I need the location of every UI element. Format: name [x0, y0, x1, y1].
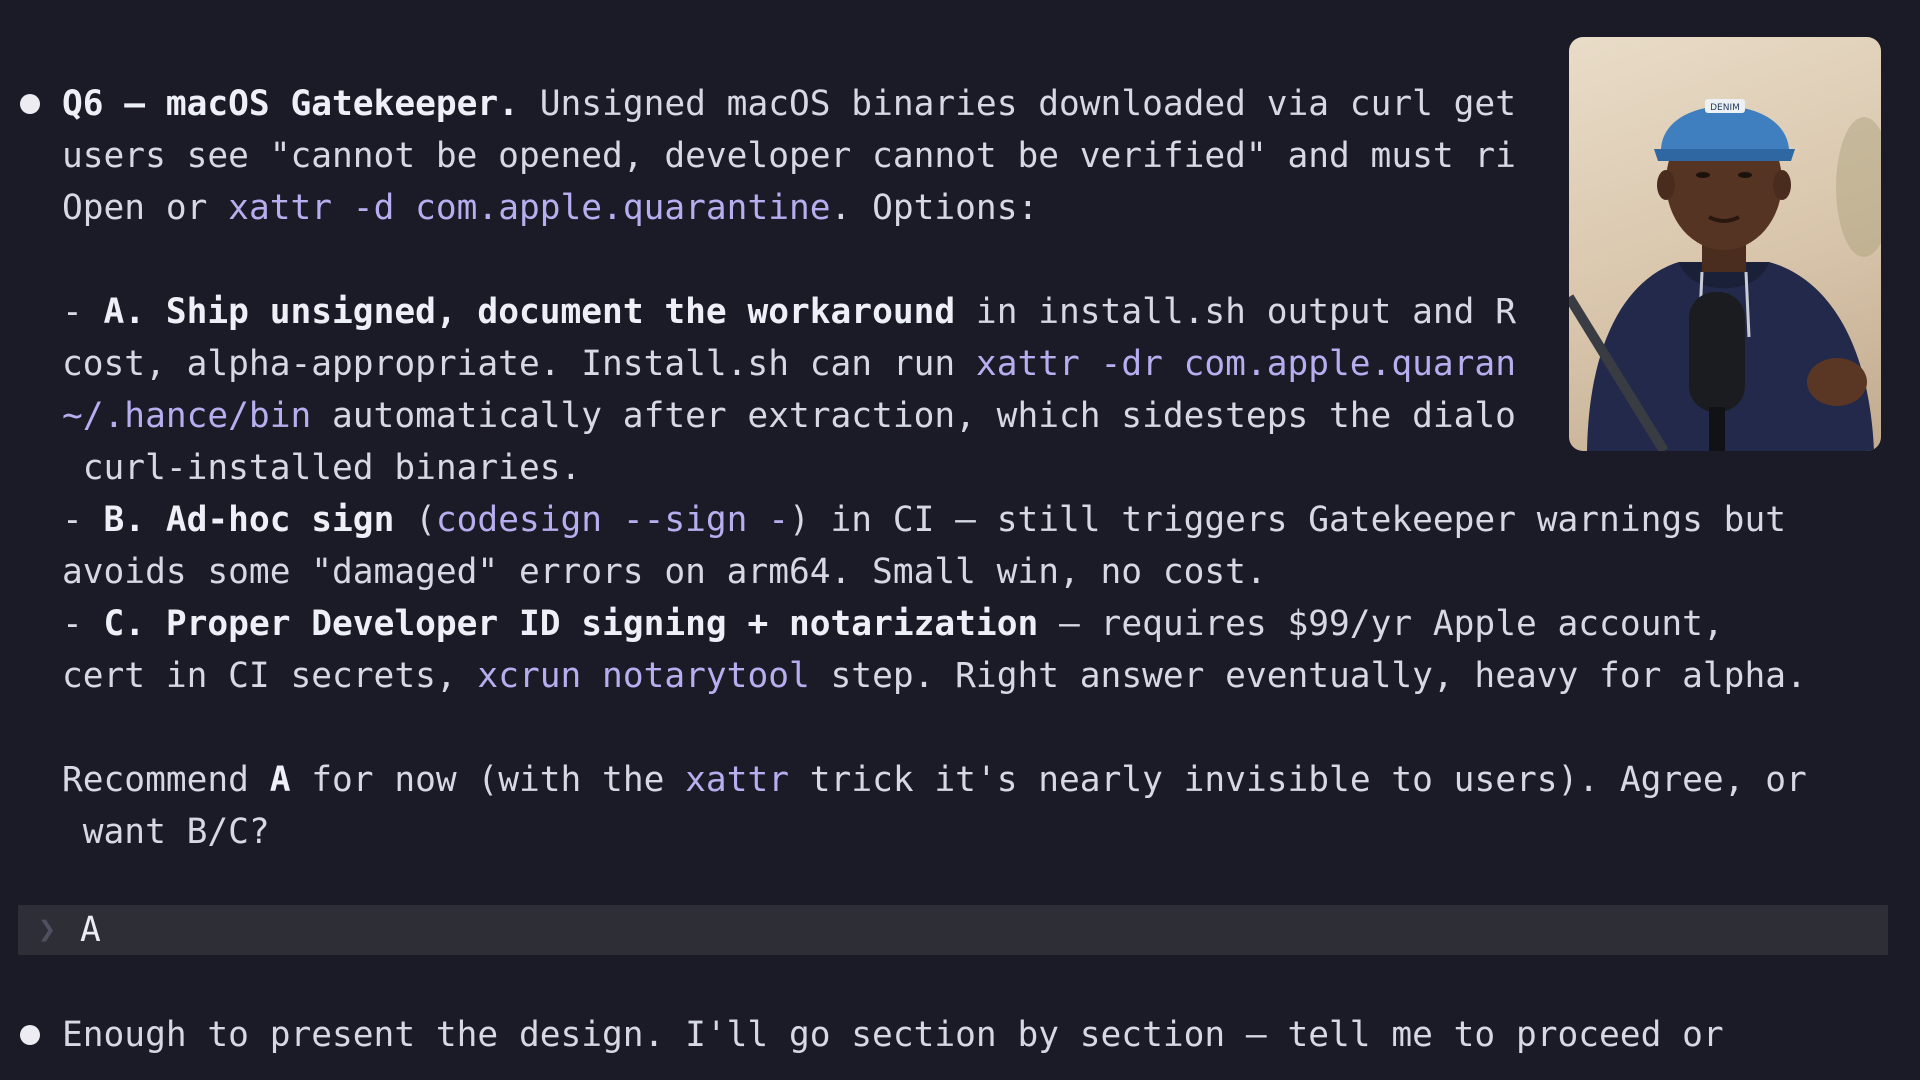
option-b-line-1: - B. Ad-hoc sign (codesign --sign -) in … [62, 500, 1786, 540]
inline-code: xattr [685, 760, 790, 800]
q6-line-3: Open or xattr -d com.apple.quarantine. O… [62, 188, 1039, 228]
option-a-line-4: curl-installed binaries. [62, 448, 582, 488]
inline-code: xcrun notarytool [477, 656, 810, 696]
option-a-line-3: ~/.hance/bin automatically after extract… [62, 396, 1516, 436]
recommend-line-1: Recommend A for now (with the xattr tric… [62, 760, 1807, 800]
option-b-line-2: avoids some "damaged" errors on arm64. S… [62, 552, 1267, 592]
presenter-video-frame: DENIM [1569, 99, 1881, 451]
recommend-line-2: want B/C? [62, 812, 270, 852]
recommended-option: A [269, 760, 291, 800]
inline-code: xattr -dr com.apple.quaran [975, 344, 1516, 384]
q6-line-2: users see "cannot be opened, developer c… [62, 136, 1516, 176]
option-a-line-2: cost, alpha-appropriate. Install.sh can … [62, 344, 1516, 384]
option-c-line-1: - C. Proper Developer ID signing + notar… [62, 604, 1724, 644]
option-a-line-1: - A. Ship unsigned, document the workaro… [62, 292, 1516, 332]
inline-code: codesign --sign - [435, 500, 789, 540]
option-a-title: A. Ship unsigned, document the workaroun… [103, 292, 956, 332]
q6-line-1: Q6 — macOS Gatekeeper. Unsigned macOS bi… [62, 84, 1516, 124]
option-b-title: B. Ad-hoc sign [103, 500, 395, 540]
cap-logo-text: DENIM [1710, 103, 1740, 113]
message-bullet [20, 94, 40, 114]
option-c-line-2: cert in CI secrets, xcrun notarytool ste… [62, 656, 1807, 696]
inline-code: ~/.hance/bin [62, 396, 312, 436]
message-bullet [20, 1025, 40, 1045]
user-input-bar[interactable]: ❯ A [18, 905, 1888, 955]
q6-heading: Q6 — macOS Gatekeeper. [62, 84, 519, 124]
user-input-text[interactable]: A [80, 905, 101, 955]
prompt-chevron-icon: ❯ [38, 912, 57, 947]
option-c-title: C. Proper Developer ID signing + notariz… [103, 604, 1039, 644]
final-message: Enough to present the design. I'll go se… [62, 1015, 1724, 1055]
inline-code: xattr -d com.apple.quarantine [228, 188, 831, 228]
webcam-overlay: DENIM [1569, 37, 1881, 451]
